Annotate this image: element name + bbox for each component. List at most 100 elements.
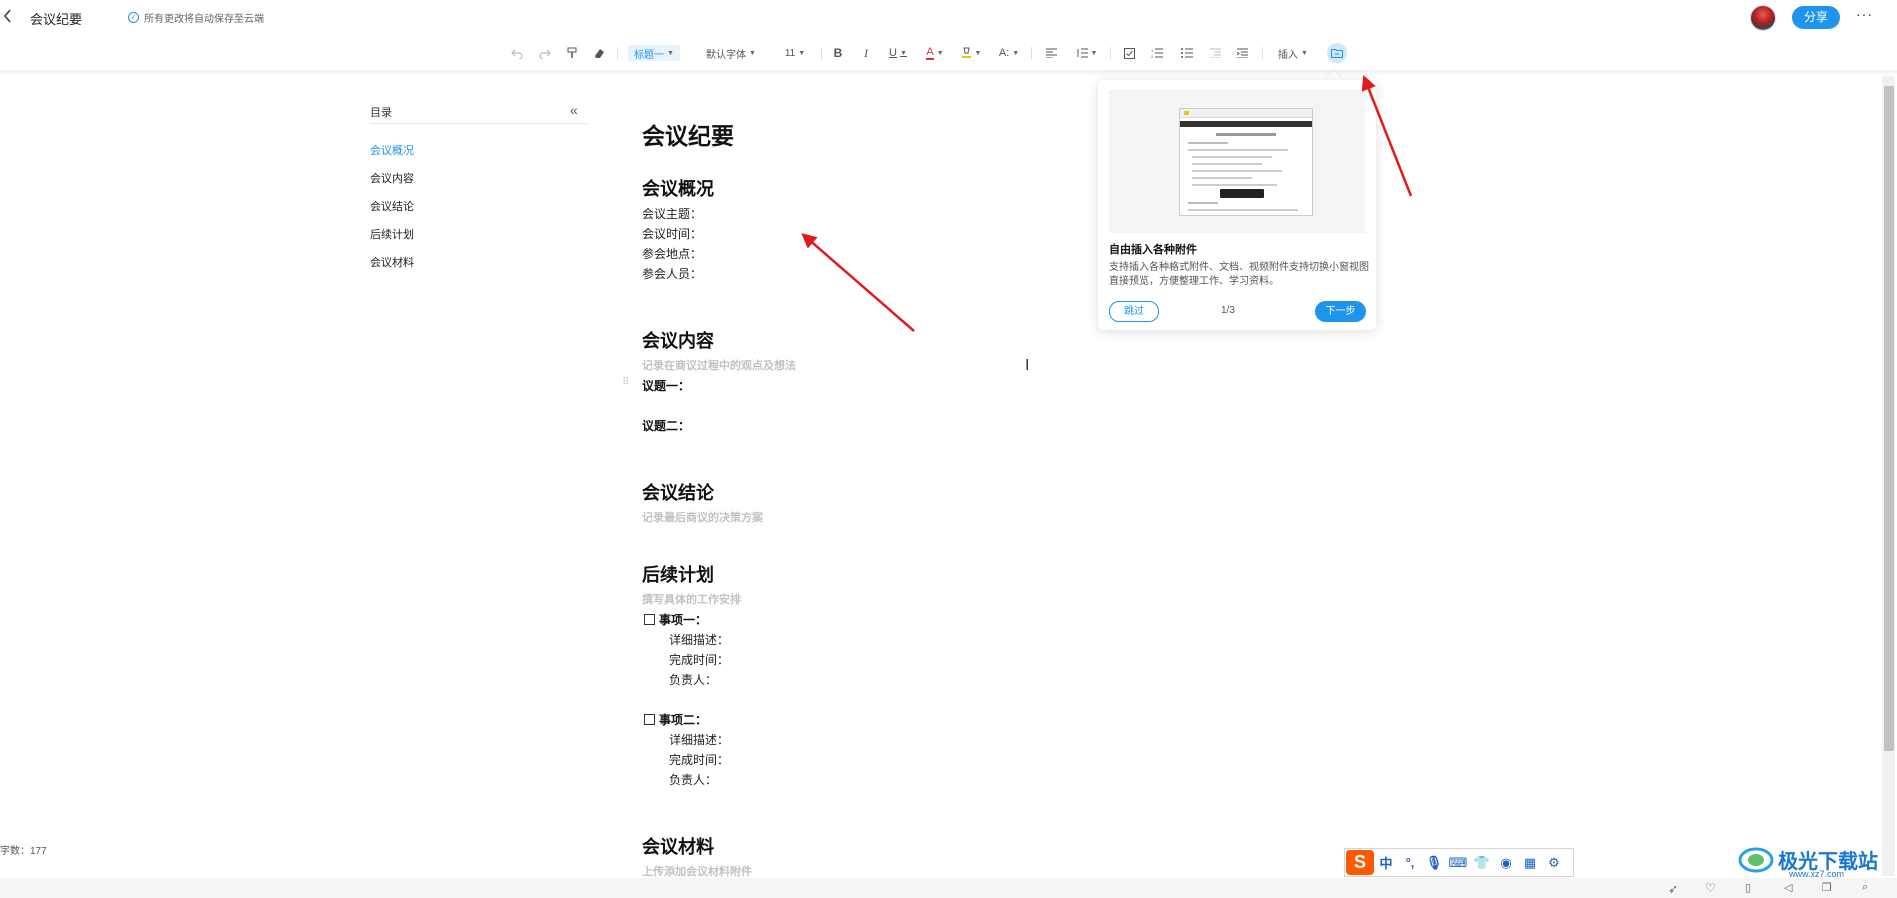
field-meeting-topic[interactable]: 会议主题： xyxy=(642,205,702,222)
placeholder-plan[interactable]: 撰写具体的工作安排 xyxy=(642,591,741,607)
highlight-button[interactable]: ▼ xyxy=(958,36,984,70)
task-item-two-title: 事项二： xyxy=(659,713,708,727)
task-list-button[interactable] xyxy=(1120,36,1138,70)
copy-icon[interactable]: ❐ xyxy=(1822,881,1832,894)
redo-icon xyxy=(539,49,551,59)
sogou-logo-icon[interactable]: S xyxy=(1346,850,1374,875)
onboarding-popup: 自由插入各种附件 支持插入各种格式附件、文档、视频附件支持切换小窗视图直接预览，… xyxy=(1098,80,1376,330)
indent-button[interactable] xyxy=(1233,36,1251,70)
font-size-select[interactable]: 11 ▼ xyxy=(780,36,810,70)
ordered-list-button[interactable]: 12 xyxy=(1148,36,1166,70)
outline-item-materials[interactable]: 会议材料 xyxy=(370,254,414,270)
undo-icon xyxy=(511,49,523,59)
placeholder-content[interactable]: 记录在商议过程中的观点及想法 xyxy=(642,357,796,373)
rocket-icon[interactable]: ➶ xyxy=(1668,882,1678,896)
bullet-list-button[interactable] xyxy=(1178,36,1196,70)
outline-item-content[interactable]: 会议内容 xyxy=(370,170,414,186)
skip-button[interactable]: 跳过 xyxy=(1109,301,1159,322)
share-button[interactable]: 分享 xyxy=(1792,6,1840,29)
task-one-description[interactable]: 详细描述： xyxy=(669,631,729,648)
popup-title: 自由插入各种附件 xyxy=(1109,244,1197,256)
placeholder-materials[interactable]: 上传添加会议材料附件 xyxy=(642,863,752,879)
keyboard-icon[interactable]: ⌨ xyxy=(1446,855,1470,871)
outline-item-overview[interactable]: 会议概况 xyxy=(370,142,414,158)
task-item-one[interactable]: 事项一： xyxy=(644,611,707,628)
task-checkbox[interactable] xyxy=(644,714,655,725)
outline-item-plan[interactable]: 后续计划 xyxy=(370,226,414,242)
section-heading-plan[interactable]: 后续计划 xyxy=(642,561,714,587)
placeholder-conclusion[interactable]: 记录最后商议的决策方案 xyxy=(642,509,763,525)
font-family-select[interactable]: 默认字体 ▼ xyxy=(700,36,762,70)
field-meeting-location[interactable]: 参会地点： xyxy=(642,245,702,262)
heading-style-select[interactable]: 标题一 ▼ xyxy=(628,45,680,61)
outline-item-conclusion[interactable]: 会议结论 xyxy=(370,198,414,214)
collapse-outline-button[interactable]: « xyxy=(570,102,578,118)
checkbox-icon xyxy=(1123,47,1135,59)
task-item-two[interactable]: 事项二： xyxy=(644,711,707,728)
task-two-owner[interactable]: 负责人： xyxy=(669,771,717,788)
format-painter-button[interactable] xyxy=(563,36,581,70)
back-button[interactable] xyxy=(2,8,16,26)
drag-handle-icon[interactable]: ⠿ xyxy=(622,377,629,388)
italic-button[interactable]: I xyxy=(857,36,875,70)
insert-menu[interactable]: 插入 ▼ xyxy=(1275,36,1311,70)
ordered-list-icon: 12 xyxy=(1151,48,1163,58)
clear-format-button[interactable] xyxy=(590,36,608,70)
caret-down-icon: ▼ xyxy=(1090,49,1098,57)
redo-button[interactable] xyxy=(536,36,554,70)
gear-icon[interactable]: ⚙ xyxy=(1542,855,1566,871)
more-menu-button[interactable]: ··· xyxy=(1856,6,1873,22)
section-heading-content[interactable]: 会议内容 xyxy=(642,327,714,353)
heading-style-value: 标题一 xyxy=(634,49,665,61)
check-circle-icon: ✓ xyxy=(128,12,139,23)
field-attendees[interactable]: 参会人员： xyxy=(642,265,702,282)
ime-language-toggle[interactable]: 中 xyxy=(1374,853,1398,872)
align-button[interactable] xyxy=(1042,36,1060,70)
bold-button[interactable]: B xyxy=(829,36,847,70)
heart-icon[interactable]: ♡ xyxy=(1705,881,1716,895)
indent-icon xyxy=(1236,48,1248,58)
ime-punctuation-toggle[interactable]: °, xyxy=(1398,855,1422,870)
font-color-icon: A xyxy=(926,45,934,60)
next-step-button[interactable]: 下一步 xyxy=(1315,301,1366,322)
undo-button[interactable] xyxy=(508,36,526,70)
word-count: 字数：177 xyxy=(0,846,47,857)
topic-one[interactable]: 议题一： xyxy=(642,377,690,394)
outdent-button[interactable] xyxy=(1206,36,1224,70)
grid-icon[interactable]: ▦ xyxy=(1518,855,1542,871)
task-item-one-title: 事项一： xyxy=(659,613,708,627)
text-size-button[interactable]: A: ▼ xyxy=(996,36,1022,70)
task-checkbox[interactable] xyxy=(644,614,655,625)
ime-toolbar: S 中 °, 🎙 ⌨ 👕 ◉ ▦ ⚙ xyxy=(1344,848,1574,877)
annotation-arrows xyxy=(801,75,1413,332)
shirt-icon[interactable]: 👕 xyxy=(1470,855,1494,871)
avatar[interactable] xyxy=(1750,5,1776,31)
document-title[interactable]: 会议纪要 xyxy=(30,9,82,28)
section-heading-conclusion[interactable]: 会议结论 xyxy=(642,479,714,505)
eraser-icon xyxy=(595,49,604,58)
search-icon[interactable]: ⌕ xyxy=(1862,881,1868,894)
outline-title: 目录 xyxy=(370,107,392,119)
topic-two[interactable]: 议题二： xyxy=(642,417,690,434)
task-one-due-date[interactable]: 完成时间： xyxy=(669,651,729,668)
attachment-button[interactable] xyxy=(1327,43,1347,63)
step-indicator: 1/3 xyxy=(1221,305,1235,316)
task-two-description[interactable]: 详细描述： xyxy=(669,731,729,748)
outdent-icon xyxy=(1209,48,1221,58)
speaker-icon[interactable]: ◁ xyxy=(1784,881,1792,894)
font-color-button[interactable]: A ▼ xyxy=(922,36,948,70)
robot-icon[interactable]: ◉ xyxy=(1494,855,1518,871)
line-spacing-button[interactable]: ▼ xyxy=(1074,36,1100,70)
task-one-owner[interactable]: 负责人： xyxy=(669,671,717,688)
underline-button[interactable]: U ▼ xyxy=(885,36,911,70)
field-meeting-time[interactable]: 会议时间： xyxy=(642,225,702,242)
trash-icon[interactable]: ▯ xyxy=(1745,881,1751,894)
status-bar: ➶ ♡ ▯ ◁ ❐ ⌕ xyxy=(0,878,1897,898)
task-two-due-date[interactable]: 完成时间： xyxy=(669,751,729,768)
mic-icon[interactable]: 🎙 xyxy=(1422,855,1446,871)
section-heading-materials[interactable]: 会议材料 xyxy=(642,833,714,859)
section-heading-overview[interactable]: 会议概况 xyxy=(642,175,714,201)
document-heading[interactable]: 会议纪要 xyxy=(642,117,734,151)
bold-icon: B xyxy=(833,46,843,60)
scrollbar-thumb[interactable] xyxy=(1884,86,1894,751)
